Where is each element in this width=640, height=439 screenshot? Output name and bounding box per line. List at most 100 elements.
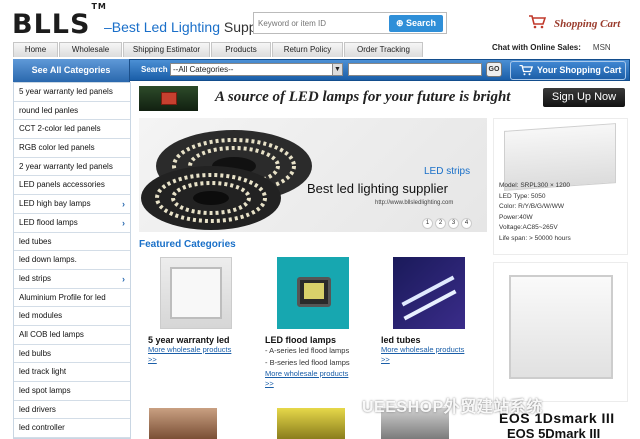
- see-all-categories[interactable]: See All Categories: [13, 59, 130, 82]
- featured-panel-ad[interactable]: Model: SRPL300 × 1200 LED Type: 5050 Color…: [493, 118, 628, 255]
- sidebar-item[interactable]: 5 year warranty led panels: [14, 83, 130, 102]
- sidebar-item[interactable]: All COB led lamps: [14, 326, 130, 345]
- tab-order-tracking[interactable]: Order Tracking: [344, 42, 423, 57]
- sidebar-item[interactable]: RGB color led panels: [14, 139, 130, 158]
- sidebar-item-label: All COB led lamps: [19, 329, 84, 339]
- hero-url: http://www.bllsledlighting.com: [375, 200, 454, 206]
- product-name[interactable]: led tubes: [381, 335, 491, 345]
- category-select[interactable]: --All Categories-- ▼: [170, 63, 343, 76]
- search-input[interactable]: [348, 63, 482, 76]
- site-logo[interactable]: BLLSTM: [12, 2, 107, 41]
- sidebar-item-label: led spot lamps: [19, 386, 71, 395]
- sidebar-item[interactable]: LED high bay lamps ›: [14, 195, 130, 214]
- panel-specs: Model: SRPL300 × 1200 LED Type: 5050 Color…: [499, 181, 571, 244]
- sidebar-item[interactable]: LED flood lamps ›: [14, 214, 130, 233]
- chat-online-sales: Chat with Online Sales: MSN: [492, 43, 611, 52]
- sign-up-button[interactable]: Sign Up Now: [543, 88, 625, 107]
- sidebar-item[interactable]: led tubes: [14, 233, 130, 252]
- tab-wholesale[interactable]: Wholesale: [59, 42, 122, 57]
- product-thumbnail[interactable]: [393, 257, 465, 329]
- product-thumbnail[interactable]: [277, 408, 345, 439]
- header-search-button[interactable]: ⊕ Search: [389, 15, 443, 32]
- sidebar-item[interactable]: led strips ›: [14, 270, 130, 289]
- sidebar-item[interactable]: 2 year warranty led panels: [14, 158, 130, 177]
- chevron-right-icon: ›: [122, 217, 125, 228]
- sidebar-item[interactable]: Aluminium Profile for led: [14, 289, 130, 308]
- more-arrow-link[interactable]: >>: [381, 355, 491, 365]
- tagline: –Best Led Lighting Supplier: [104, 19, 276, 35]
- slide-dot[interactable]: 4: [461, 218, 472, 229]
- slide-dot[interactable]: 1: [422, 218, 433, 229]
- sidebar-item-label: round led panles: [19, 105, 79, 115]
- more-products-link[interactable]: More wholesale products: [265, 369, 375, 379]
- spec-line: Voltage:AC85~265V: [499, 224, 558, 231]
- cart-icon: [529, 15, 546, 29]
- tab-return-policy[interactable]: Return Policy: [272, 42, 343, 57]
- sidebar-item-label: CCT 2-color led panels: [19, 124, 101, 134]
- panel-product-ad[interactable]: [493, 262, 628, 402]
- spec-line: Power:40W: [499, 213, 533, 221]
- shopping-cart-link[interactable]: Shopping Cart: [528, 13, 620, 30]
- sidebar-item-label: led track light: [19, 367, 67, 377]
- more-products-link[interactable]: More wholesale products: [148, 345, 258, 355]
- hero-slider[interactable]: LED strips Best led lighting supplier ht…: [139, 118, 487, 232]
- square-panel-image: [509, 275, 613, 379]
- sidebar-item-label: RGB color led panels: [19, 143, 95, 153]
- tab-home[interactable]: Home: [13, 42, 58, 57]
- banner-slogan: A source of LED lamps for your future is…: [215, 89, 511, 105]
- watermark-text: UEESHOP外贸建站系统: [362, 399, 543, 416]
- sidebar-item-label: led modules: [19, 311, 63, 321]
- sidebar-item-label: led controller: [19, 423, 65, 433]
- product-name[interactable]: 5 year warranty led: [148, 335, 258, 345]
- tab-products[interactable]: Products: [211, 42, 271, 57]
- sidebar-item[interactable]: led down lamps.: [14, 251, 130, 270]
- more-arrow-link[interactable]: >>: [148, 355, 258, 365]
- subcategory-link[interactable]: - B-series led flood lamps: [265, 357, 375, 369]
- subcategory-link[interactable]: - A-series led flood lamps: [265, 345, 375, 357]
- hero-category: LED strips: [424, 166, 471, 177]
- sidebar-item[interactable]: led modules: [14, 307, 130, 326]
- gift-image: [139, 86, 198, 111]
- sidebar-item[interactable]: led controller: [14, 419, 130, 439]
- go-button[interactable]: GO: [486, 62, 502, 77]
- search-label: Search: [141, 65, 168, 74]
- product-thumbnail[interactable]: [160, 257, 232, 329]
- tab-shipping-estimator[interactable]: Shipping Estimator: [123, 42, 210, 57]
- sidebar-item[interactable]: round led panles: [14, 102, 130, 121]
- product-card: led tubes More wholesale products >>: [381, 257, 491, 365]
- sidebar-item[interactable]: led spot lamps: [14, 382, 130, 401]
- your-shopping-cart-button[interactable]: Your Shopping Cart: [510, 61, 626, 80]
- sidebar-item[interactable]: led drivers: [14, 401, 130, 420]
- site-header: BLLSTM –Best Led Lighting Supplier ⊕ Sea…: [0, 0, 640, 42]
- product-thumbnail[interactable]: [277, 257, 349, 329]
- more-products-link[interactable]: More wholesale products: [381, 345, 491, 355]
- sidebar-item[interactable]: led track light: [14, 363, 130, 382]
- chevron-right-icon: ›: [122, 199, 125, 210]
- sidebar-item-label: 2 year warranty led panels: [19, 161, 113, 171]
- sidebar-item[interactable]: led bulbs: [14, 345, 130, 364]
- sidebar-item-label: 5 year warranty led panels: [19, 87, 113, 96]
- product-thumbnail[interactable]: [149, 408, 217, 439]
- product-name[interactable]: LED flood lamps: [265, 335, 375, 345]
- slider-pagination: 1234: [422, 216, 474, 229]
- hero-headline: Best led lighting supplier: [307, 181, 448, 196]
- keyword-input[interactable]: [258, 16, 384, 31]
- sidebar-item[interactable]: CCT 2-color led panels: [14, 120, 130, 140]
- cart-icon: [519, 65, 533, 76]
- featured-categories-title: Featured Categories: [139, 239, 236, 250]
- product-card: 5 year warranty led More wholesale produ…: [148, 257, 258, 365]
- msn-chat-link[interactable]: MSN: [593, 43, 611, 52]
- sidebar-item-label: led bulbs: [19, 348, 52, 358]
- sidebar-item-label: Aluminium Profile for led: [19, 292, 106, 302]
- spec-line: Life span: > 50000 hours: [499, 234, 571, 242]
- brand-line-2: EOS 5Dmark III: [507, 426, 601, 439]
- slide-dot[interactable]: 3: [448, 218, 459, 229]
- slide-dot[interactable]: 2: [435, 218, 446, 229]
- chevron-right-icon: ›: [122, 273, 125, 284]
- promo-banner: A source of LED lamps for your future is…: [139, 86, 628, 111]
- category-sidebar: 5 year warranty led panels round led panl…: [13, 82, 131, 439]
- search-icon: ⊕: [395, 18, 404, 28]
- sidebar-item[interactable]: LED panels accessories: [14, 176, 130, 196]
- sidebar-item-label: led down lamps.: [19, 255, 77, 265]
- more-arrow-link[interactable]: >>: [265, 379, 375, 389]
